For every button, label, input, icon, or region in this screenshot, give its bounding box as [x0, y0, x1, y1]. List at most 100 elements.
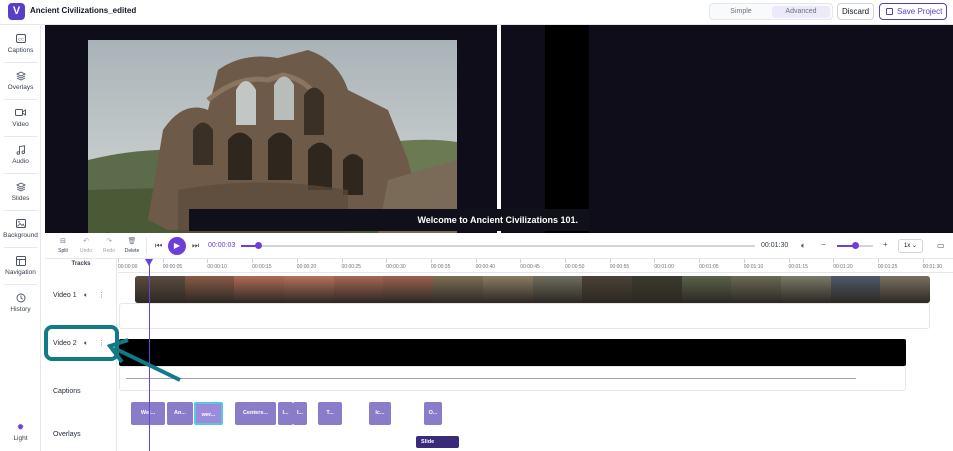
save-icon — [886, 8, 893, 15]
sidebar-item-label: Captions — [7, 47, 34, 54]
video-thumbnail — [681, 276, 733, 303]
ruler-tick-mark — [788, 259, 790, 263]
sidebar-item-video[interactable]: Video — [0, 99, 41, 136]
ruler-tick-label: 00:00:30 — [386, 264, 406, 270]
chevron-down-icon: ⌄ — [911, 243, 918, 249]
ruler-tick-label: 00:01:30 — [922, 264, 943, 270]
project-title: Ancient Civilizations_edited — [30, 6, 137, 15]
ruler-tick-label: 00:00:50 — [565, 264, 585, 270]
sidebar-item-label: Audio — [12, 158, 29, 165]
video-thumbnail — [582, 276, 633, 303]
ruler-tick-label: 00:00:05 — [162, 264, 183, 270]
theme-label: Light — [13, 435, 28, 442]
video-thumbnail — [631, 276, 683, 303]
theme-toggle[interactable]: ✹ Light — [0, 418, 41, 450]
timeline-ruler[interactable]: 00:00:00 00:00:05 00:00:10 00:00:15 00:00:20… — [118, 259, 953, 273]
track-label-video1: Video 1 — [53, 292, 77, 299]
track-label-captions: Captions — [53, 388, 81, 395]
panel-toggle-icon[interactable]: ▭ — [937, 241, 945, 251]
trash-icon: 🗑︎ — [127, 238, 137, 245]
app-header: V Ancient Civilizations_edited Simple Ad… — [0, 0, 953, 25]
redo-button[interactable]: ↷ Redo — [98, 238, 120, 254]
progress-handle[interactable] — [254, 242, 262, 249]
more-options-icon[interactable]: ⋮ — [98, 291, 105, 299]
ruler-tick-mark — [207, 259, 209, 263]
caption-clip[interactable]: I... — [278, 402, 293, 425]
sidebar-item-label: Background — [3, 232, 38, 239]
layers-icon — [0, 71, 41, 82]
sidebar-item-label: Overlays — [7, 84, 34, 91]
video-thumbnail — [135, 276, 186, 303]
ruler-tick-label: 00:00:45 — [520, 264, 540, 270]
sidebar-item-background[interactable]: Background — [0, 210, 41, 247]
sidebar-item-history[interactable]: History — [0, 284, 41, 321]
skip-back-icon[interactable]: ⏮︎ — [155, 241, 162, 251]
caption-clip[interactable]: An... — [167, 402, 193, 425]
caption-clip[interactable]: T... — [318, 402, 342, 425]
split-button[interactable]: ⊟ Split — [52, 238, 74, 254]
captions-icon: CC — [0, 34, 41, 45]
ruler-tick-label: 00:00:00 — [118, 264, 138, 270]
ruler-tick-mark — [520, 259, 522, 263]
caption-clip[interactable]: Ic... — [369, 402, 391, 425]
zoom-out-icon[interactable]: − — [821, 240, 826, 250]
caption-clip[interactable]: O... — [424, 402, 442, 425]
app-logo: V — [8, 3, 25, 20]
caption-clip[interactable]: Wel... — [131, 402, 165, 425]
overlay-slide-clip[interactable]: Slide — [416, 436, 459, 448]
discard-button[interactable]: Discard — [837, 3, 874, 20]
sidebar-item-slides[interactable]: Slides — [0, 173, 41, 210]
video1-track-row — [119, 303, 930, 329]
progress-scrubber[interactable] — [241, 242, 755, 249]
ruler-tick-label: 00:00:15 — [252, 264, 272, 270]
ruler-tick-mark — [565, 259, 566, 263]
video-thumbnail — [731, 276, 782, 303]
ruler-tick-label: 00:01:10 — [743, 264, 764, 270]
speaker-icon[interactable]: 🔈︎ — [84, 292, 88, 300]
sidebar-item-label: Navigation — [5, 269, 36, 276]
mode-advanced-button[interactable]: Advanced — [772, 6, 830, 18]
delete-button[interactable]: 🗑︎ Delete — [121, 238, 143, 254]
skip-forward-icon[interactable]: ⏭︎ — [192, 241, 199, 251]
controls-divider — [146, 238, 147, 254]
video2-clip[interactable] — [119, 339, 906, 366]
ruler-tick-label: 00:01:25 — [877, 264, 898, 270]
ruler-tick-mark — [386, 259, 388, 263]
sidebar-item-overlays[interactable]: Overlays — [0, 62, 41, 99]
annotation-arrow — [106, 338, 181, 382]
sun-icon: ✹ — [16, 422, 25, 432]
preview-split-line — [497, 25, 501, 233]
sidebar-item-navigation[interactable]: Navigation — [0, 247, 41, 284]
ruler-tick-mark — [609, 259, 611, 263]
zoom-handle[interactable] — [852, 242, 859, 249]
sidebar-item-audio[interactable]: Audio — [0, 136, 41, 173]
save-project-label: Save Project — [897, 7, 943, 16]
sidebar-item-captions[interactable]: CC Captions — [0, 25, 41, 62]
mode-simple-button[interactable]: Simple — [712, 6, 770, 18]
split-icon: ⊟ — [60, 238, 66, 245]
undo-icon: ↶ — [83, 238, 89, 245]
video-thumbnail — [433, 276, 484, 303]
play-button[interactable]: ▶ — [168, 237, 186, 255]
ruler-tick-label: 00:01:05 — [699, 264, 719, 270]
caption-clip[interactable]: Centers... — [235, 402, 276, 425]
video-thumbnail — [383, 276, 435, 303]
caption-clip[interactable]: wer... — [194, 402, 223, 425]
undo-button[interactable]: ↶ Undo — [75, 238, 97, 254]
speed-select[interactable]: 1x ⌄ — [898, 239, 923, 253]
sidebar-item-label: History — [10, 306, 31, 313]
caption-clip[interactable]: I... — [293, 402, 307, 425]
volume-icon[interactable]: 🔈︎ — [801, 241, 806, 251]
zoom-in-icon[interactable]: + — [883, 240, 888, 250]
music-icon — [0, 145, 41, 156]
mode-toggle: Simple Advanced — [709, 3, 833, 20]
ruler-tick-label: 00:00:55 — [609, 264, 630, 270]
save-project-button[interactable]: Save Project — [879, 3, 947, 20]
zoom-slider[interactable] — [837, 242, 873, 249]
total-time: 00:01:30 — [761, 242, 789, 249]
delete-label: Delete — [124, 248, 140, 254]
ruler-tick-mark — [430, 259, 432, 263]
ruler-tick-mark — [833, 259, 835, 263]
ruler-tick-mark — [296, 259, 298, 263]
video1-clip[interactable] — [135, 276, 930, 303]
